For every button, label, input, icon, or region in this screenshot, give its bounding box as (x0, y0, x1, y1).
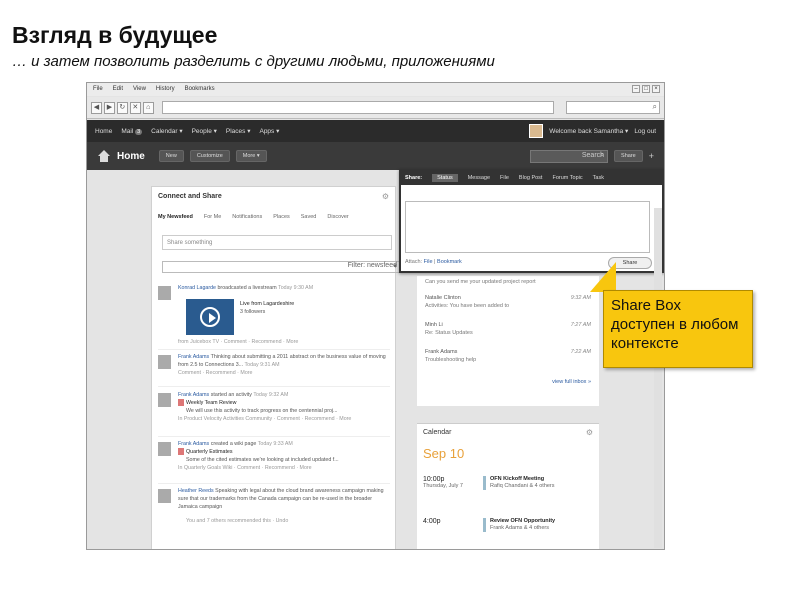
wiki-icon (178, 448, 184, 456)
share-input[interactable]: Share something (162, 235, 392, 250)
menu-view[interactable]: View (133, 86, 146, 93)
home-icon (97, 150, 111, 162)
tab-saved[interactable]: Saved (301, 214, 317, 220)
reload-icon[interactable]: ↻ (116, 101, 128, 114)
nav-places[interactable]: Places ▾ (226, 127, 251, 135)
nav-calendar[interactable]: Calendar ▾ (151, 127, 182, 135)
slide-subtitle: … и затем позволить разделить с другими … (12, 53, 495, 70)
avatar[interactable] (158, 355, 171, 369)
url-bar[interactable] (161, 101, 554, 114)
mail-count-badge: 3 (135, 128, 143, 135)
page-title: Home (117, 150, 145, 162)
tab-message[interactable]: Message (468, 175, 490, 181)
scrollbar[interactable] (654, 208, 662, 548)
nav-apps[interactable]: Apps ▾ (259, 127, 279, 135)
forward-icon[interactable]: ▶ (103, 101, 115, 114)
welcome-menu[interactable]: Welcome back Samantha ▾ (549, 127, 628, 135)
app-topbar: Home Mail 3 Calendar ▾ People ▾ Places ▾… (87, 120, 664, 142)
tab-places[interactable]: Places (273, 214, 290, 220)
menu-bookmarks[interactable]: Bookmarks (185, 86, 215, 93)
callout-pointer (590, 262, 616, 292)
new-button[interactable]: New (158, 150, 184, 162)
stop-icon[interactable]: ✕ (129, 101, 141, 114)
calendar-date: Sep 10 (423, 446, 465, 461)
search-icon: ⌕ (652, 102, 658, 111)
window-controls: – □ × (632, 85, 660, 93)
close-icon[interactable]: × (652, 85, 660, 93)
filter-select[interactable]: Filter: newsfeed ▾ (162, 261, 400, 273)
view-inbox-link[interactable]: view full inbox » (552, 379, 591, 385)
avatar[interactable] (158, 442, 171, 456)
back-icon[interactable]: ◀ (91, 101, 102, 114)
attach-file-link[interactable]: File (424, 259, 433, 265)
attach-bookmark-link[interactable]: Bookmark (437, 259, 462, 265)
avatar[interactable] (158, 286, 171, 300)
calendar-event[interactable]: 4:00p Review OFN Opportunity Frank Adams … (423, 518, 593, 532)
customize-button[interactable]: Customize (189, 150, 230, 162)
calendar-widget: Calendar ⚙ Sep 10 10:00p Thursday, July … (417, 423, 599, 549)
calendar-title: Calendar (423, 429, 452, 436)
plus-icon[interactable]: + (649, 151, 654, 161)
list-item[interactable]: Minh Li 7:27 AM Re: Status Updates (425, 321, 591, 337)
list-item: Frank Adams Thinking about submitting a … (158, 353, 390, 377)
more-button[interactable]: More ▾ (235, 150, 267, 162)
avatar[interactable] (529, 124, 544, 138)
activity-icon (178, 399, 184, 407)
panel-tabs: My Newsfeed For Me Notifications Places … (158, 214, 349, 220)
avatar[interactable] (158, 393, 171, 407)
browser-search-input[interactable]: ⌕ (565, 101, 661, 114)
tab-my-newsfeed[interactable]: My Newsfeed (158, 214, 193, 220)
list-item[interactable]: Frank Adams 7:22 AM Troubleshooting help (425, 348, 591, 364)
home-icon[interactable]: ⌂ (142, 101, 154, 114)
menu-edit[interactable]: Edit (113, 86, 123, 93)
gear-icon[interactable]: ⚙ (382, 192, 389, 201)
list-item: Heather Reeds Speaking with legal about … (158, 487, 390, 525)
maximize-icon[interactable]: □ (642, 85, 650, 93)
calendar-event[interactable]: 10:00p Thursday, July 7 OFN Kickoff Meet… (423, 476, 593, 512)
tab-status[interactable]: Status (432, 174, 458, 182)
screenshot-window: File Edit View History Bookmarks – □ × ◀… (86, 82, 665, 550)
nav-home[interactable]: Home (95, 128, 112, 135)
tab-discover[interactable]: Discover (327, 214, 348, 220)
chevron-down-icon: ▾ (393, 263, 397, 270)
feed-item-title[interactable]: Live from Lagardeshire (240, 300, 294, 308)
share-tabs: Share: Status Message File Blog Post For… (401, 171, 662, 185)
browser-menubar: File Edit View History Bookmarks – □ × (87, 83, 664, 96)
logout-link[interactable]: Log out (634, 128, 656, 135)
tab-file[interactable]: File (500, 175, 509, 181)
home-search-input[interactable]: Search ⌕ (530, 149, 609, 163)
play-icon (200, 307, 220, 327)
connect-share-panel: Connect and Share ⚙ My Newsfeed For Me N… (151, 186, 400, 549)
share-button[interactable]: Share (614, 150, 643, 162)
tab-for-me[interactable]: For Me (204, 214, 221, 220)
status-textarea[interactable] (405, 201, 650, 253)
menu-file[interactable]: File (93, 86, 103, 93)
tab-notifications[interactable]: Notifications (232, 214, 262, 220)
list-item[interactable]: Natalie Clinton 9:32 AM Activities: You h… (425, 294, 591, 310)
video-thumbnail[interactable] (186, 299, 234, 335)
panel-title: Connect and Share (158, 193, 222, 200)
gear-icon[interactable]: ⚙ (586, 428, 593, 437)
home-bar: Home New Customize More ▾ Search ⌕ Share … (87, 142, 664, 170)
attach-row: Attach: File | Bookmark (405, 259, 462, 265)
nav-people[interactable]: People ▾ (192, 127, 217, 135)
menu-history[interactable]: History (156, 86, 175, 93)
search-icon: ⌕ (600, 151, 605, 159)
tab-blog-post[interactable]: Blog Post (519, 175, 543, 181)
browser-navbar: ◀ ▶ ↻ ✕ ⌂ ⌕ (87, 97, 664, 119)
list-item: Frank Adams started an activity Today 9:… (158, 391, 390, 423)
slide-title: Взгляд в будущее (12, 22, 218, 48)
share-box: Share: Status Message File Blog Post For… (399, 169, 664, 273)
list-item: Konrad Lagarde broadcasted a livestream … (158, 284, 390, 346)
callout: Share Box доступен в любом контексте (603, 290, 753, 368)
inbox-widget: Can you send me your updated project rep… (417, 276, 599, 406)
nav-mail[interactable]: Mail 3 (121, 128, 143, 135)
list-item: Frank Adams created a wiki page Today 9:… (158, 440, 390, 472)
tab-forum-topic[interactable]: Forum Topic (552, 175, 582, 181)
avatar[interactable] (158, 489, 171, 503)
tab-task[interactable]: Task (593, 175, 604, 181)
minimize-icon[interactable]: – (632, 85, 640, 93)
